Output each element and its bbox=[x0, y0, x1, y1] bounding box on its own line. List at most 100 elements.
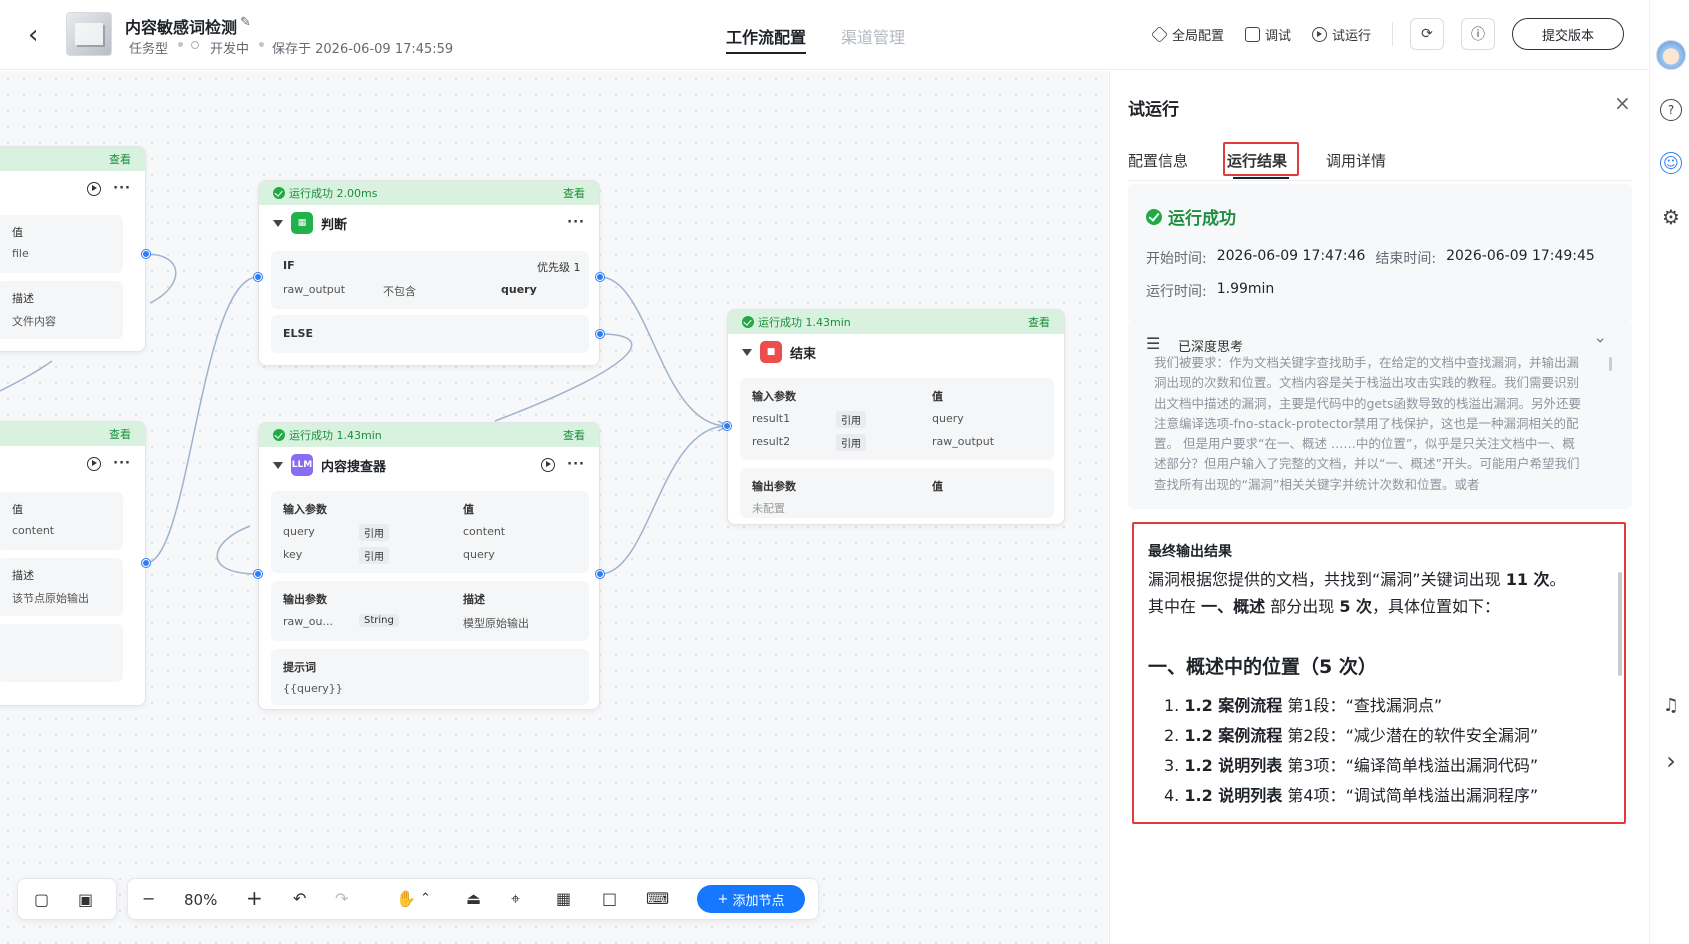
result-heading: 一、概述中的位置（5 次） bbox=[1148, 656, 1377, 678]
output-name: raw_ou... bbox=[283, 615, 333, 628]
status-text: 运行成功 2.00ms bbox=[289, 187, 378, 200]
chevron-down-icon[interactable]: › bbox=[1592, 337, 1611, 343]
item-quote: “调试简单栈溢出漏洞程序” bbox=[1345, 786, 1539, 805]
undo-icon[interactable]: ↶ bbox=[293, 889, 306, 909]
settings-icon[interactable]: ⚙ bbox=[1660, 205, 1682, 229]
select-icon[interactable]: ▣ bbox=[78, 890, 93, 910]
avatar[interactable] bbox=[1656, 40, 1686, 70]
view-link[interactable]: 查看 bbox=[109, 151, 131, 167]
desc-header: 描述 bbox=[463, 593, 485, 606]
condition-op: 不包含 bbox=[383, 285, 416, 298]
keyboard-icon[interactable]: ⌨ bbox=[646, 889, 669, 909]
output-port[interactable] bbox=[142, 250, 150, 258]
view-link[interactable]: 查看 bbox=[1028, 314, 1050, 330]
think-content: 我们被要求：作为文档关键字查找助手，在给定的文档中查找漏洞，并输出漏洞出现的次数… bbox=[1154, 355, 1582, 492]
assistant-icon[interactable]: ☺ bbox=[1660, 152, 1682, 174]
value-text: file bbox=[12, 247, 29, 260]
more-icon[interactable]: ··· bbox=[567, 215, 585, 230]
history-button[interactable]: ⟳ bbox=[1410, 18, 1444, 50]
if-label: IF bbox=[283, 259, 295, 272]
expand-chevron-icon[interactable]: › bbox=[1660, 747, 1682, 775]
more-icon[interactable]: ··· bbox=[567, 457, 585, 472]
else-output-port[interactable] bbox=[596, 330, 604, 338]
edit-icon[interactable]: ✎ bbox=[240, 15, 251, 30]
collapse-icon[interactable] bbox=[742, 348, 752, 356]
collapse-icon[interactable] bbox=[273, 219, 283, 227]
view-link[interactable]: 查看 bbox=[563, 427, 585, 443]
desc-text: 文件内容 bbox=[12, 315, 56, 328]
scrollbar[interactable] bbox=[1618, 572, 1622, 676]
redo-icon[interactable]: ↷ bbox=[335, 889, 348, 909]
workflow-canvas[interactable]: 查看 ··· 值 file 描述 文件内容 查看 ··· 值 content 描… bbox=[0, 71, 1108, 944]
global-config-button[interactable]: 全局配置 bbox=[1151, 25, 1225, 44]
zoom-level[interactable]: 80% bbox=[184, 890, 217, 910]
add-note-icon[interactable]: □ bbox=[602, 889, 617, 909]
input-port[interactable] bbox=[254, 273, 262, 281]
input-port[interactable] bbox=[254, 570, 262, 578]
locate-icon[interactable]: ⌖ bbox=[511, 889, 520, 909]
input-type-tag: 引用 bbox=[836, 434, 866, 451]
tab-call-details[interactable]: 调用详情 bbox=[1326, 150, 1386, 171]
global-config-label: 全局配置 bbox=[1172, 29, 1225, 44]
if-output-port[interactable] bbox=[596, 273, 604, 281]
duration-value: 1.99min bbox=[1216, 281, 1275, 297]
node-header: ■ 结束 bbox=[728, 334, 1064, 370]
content-node[interactable]: 查看 ··· 值 content 描述 该节点原始输出 bbox=[0, 421, 146, 706]
layout-icon[interactable]: ▦ bbox=[556, 889, 571, 909]
zoom-in-icon[interactable]: + bbox=[246, 888, 263, 908]
input-header: 输入参数 bbox=[752, 390, 796, 403]
debug-button[interactable]: 调试 bbox=[1245, 25, 1291, 44]
output-port[interactable] bbox=[596, 570, 604, 578]
node-status-bar: 查看 bbox=[0, 147, 145, 171]
run-node-icon[interactable] bbox=[87, 181, 102, 196]
help-icon[interactable]: ? bbox=[1660, 99, 1682, 121]
info-button[interactable]: ⓘ bbox=[1461, 18, 1495, 50]
debug-icon bbox=[1245, 27, 1260, 42]
minimap-icon[interactable]: ▢ bbox=[34, 890, 49, 910]
run-node-icon[interactable] bbox=[541, 457, 556, 472]
end-node[interactable]: 运行成功 1.43min 查看 ■ 结束 输入参数 值 result1 引用 q… bbox=[727, 309, 1065, 525]
zoom-out-icon[interactable]: − bbox=[142, 889, 155, 909]
more-icon[interactable]: ··· bbox=[113, 181, 131, 196]
chevron-up-icon[interactable]: ⌃ bbox=[420, 889, 431, 909]
input-port[interactable] bbox=[723, 422, 731, 430]
summary-text: 漏洞根据您提供的文档，共找到“漏洞”关键词出现 bbox=[1148, 570, 1501, 589]
app-thumbnail bbox=[66, 12, 112, 56]
align-icon[interactable]: ⏏ bbox=[466, 889, 481, 909]
desc-box: 描述 该节点原始输出 bbox=[0, 558, 123, 616]
tab-workflow-config[interactable]: 工作流配置 bbox=[726, 24, 806, 48]
submit-version-button[interactable]: 提交版本 bbox=[1512, 18, 1624, 50]
more-icon[interactable]: ··· bbox=[113, 456, 131, 471]
end-time-label: 结束时间: bbox=[1375, 251, 1437, 267]
node-tools: ··· bbox=[541, 457, 585, 472]
list-item: 2. 1.2 案例流程 第2段：“减少潜在的软件安全漏洞” bbox=[1164, 722, 1624, 749]
summary-text: 其中在 bbox=[1148, 597, 1197, 616]
input-value: query bbox=[463, 548, 495, 561]
llm-icon: LLM bbox=[291, 454, 313, 476]
plus-icon: + bbox=[717, 891, 729, 907]
view-link[interactable]: 查看 bbox=[563, 185, 585, 201]
judge-node[interactable]: 运行成功 2.00ms 查看 ▦ 判断 ··· IF 优先级 1 raw_out… bbox=[258, 180, 600, 366]
headset-icon[interactable]: ♫ bbox=[1660, 694, 1682, 716]
item-number: 3. bbox=[1164, 756, 1180, 775]
tab-run-result[interactable]: 运行结果 bbox=[1227, 150, 1287, 171]
start-node[interactable]: 查看 ··· 值 file 描述 文件内容 bbox=[0, 146, 146, 352]
edge-left-top-loop bbox=[145, 253, 177, 304]
back-arrow-icon[interactable]: ‹ bbox=[28, 22, 38, 48]
list-item: 4. 1.2 说明列表 第4项：“调试简单栈溢出漏洞程序” bbox=[1164, 782, 1624, 809]
close-icon[interactable]: × bbox=[1614, 91, 1631, 115]
hand-icon[interactable]: ✋ bbox=[396, 889, 416, 909]
trial-run-button[interactable]: 试运行 bbox=[1312, 25, 1371, 44]
collapse-icon[interactable] bbox=[273, 461, 283, 469]
run-node-icon[interactable] bbox=[87, 456, 102, 471]
status-text: 运行成功 1.43min bbox=[758, 316, 851, 329]
input-value: raw_output bbox=[932, 435, 995, 448]
content-search-node[interactable]: 运行成功 1.43min 查看 LLM 内容搜查器 ··· 输入参数 值 que… bbox=[258, 422, 600, 710]
view-link[interactable]: 查看 bbox=[109, 426, 131, 442]
add-node-button[interactable]: + 添加节点 bbox=[697, 885, 805, 913]
status-dot bbox=[191, 41, 199, 49]
tab-channel-management[interactable]: 渠道管理 bbox=[841, 24, 905, 48]
tab-config-info[interactable]: 配置信息 bbox=[1128, 150, 1188, 171]
scrollbar[interactable] bbox=[1609, 357, 1612, 371]
output-port[interactable] bbox=[142, 559, 150, 567]
